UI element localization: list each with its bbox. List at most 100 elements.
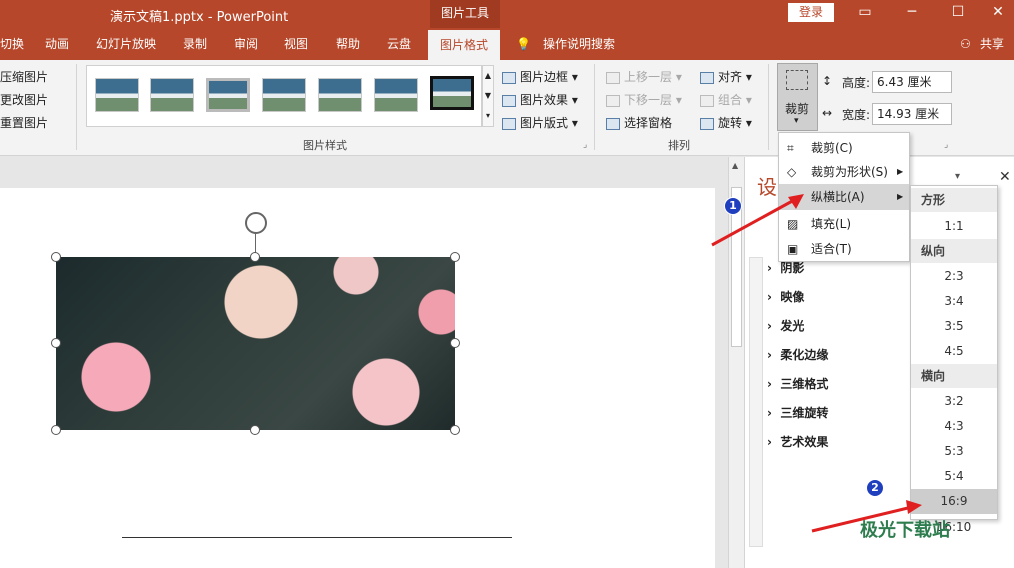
style-thumb-7[interactable]	[430, 76, 474, 110]
width-icon: ↔	[822, 106, 833, 120]
menu-item-crop[interactable]: ⌗ 裁剪(C)	[779, 135, 909, 161]
ratio-3-5[interactable]: 3:5	[911, 314, 997, 339]
ratio-3-4[interactable]: 3:4	[911, 289, 997, 314]
tab-help[interactable]: 帮助	[336, 28, 360, 60]
ratio-3-2[interactable]: 3:2	[911, 389, 997, 414]
pane-item-3d-rotation[interactable]: › 三维旋转	[767, 404, 828, 421]
picture-border-button[interactable]: 图片边框 ▾	[502, 68, 578, 85]
text-placeholder-line	[122, 537, 512, 538]
picture-layout-icon	[502, 117, 516, 130]
compress-pictures-button[interactable]: 压缩图片	[0, 68, 48, 85]
minimize-button[interactable]: ─	[892, 3, 932, 23]
dialog-launcher-icon[interactable]: ⌟	[583, 140, 587, 150]
ratio-4-3[interactable]: 4:3	[911, 414, 997, 439]
tab-transitions[interactable]: 切换	[0, 28, 24, 60]
tab-record[interactable]: 录制	[183, 28, 207, 60]
resize-handle[interactable]	[450, 425, 460, 435]
pane-item-artistic-effects[interactable]: › 艺术效果	[767, 433, 828, 450]
menu-item-crop-to-shape[interactable]: ◇ 裁剪为形状(S) ▶	[779, 159, 909, 185]
tab-picture-format[interactable]: 图片格式	[428, 30, 500, 60]
ribbon-tabs: 切换 动画 幻灯片放映 录制 审阅 视图 帮助 云盘 💡 操作说明搜索 ⚇ 共享	[0, 28, 1014, 60]
arrange-group-label: 排列	[668, 139, 690, 152]
tab-view[interactable]: 视图	[284, 28, 308, 60]
ratio-1-1[interactable]: 1:1	[911, 214, 997, 239]
style-thumb-2[interactable]	[150, 78, 194, 112]
selection-pane-icon	[606, 117, 620, 130]
resize-handle[interactable]	[450, 338, 460, 348]
bring-forward-button[interactable]: 上移一层 ▾	[606, 68, 682, 85]
send-backward-button[interactable]: 下移一层 ▾	[606, 91, 682, 108]
pane-item-3d-format[interactable]: › 三维格式	[767, 375, 828, 392]
picture-border-icon	[502, 71, 516, 84]
size-dialog-launcher-icon[interactable]: ⌟	[944, 140, 948, 150]
change-picture-button[interactable]: 更改图片	[0, 91, 48, 108]
style-thumb-6[interactable]	[374, 78, 418, 112]
reset-picture-button[interactable]: 重置图片	[0, 114, 48, 131]
resize-handle[interactable]	[250, 425, 260, 435]
ribbon-display-icon[interactable]: ▭	[845, 3, 885, 23]
submenu-header-portrait: 纵向	[911, 239, 997, 263]
picture-effects-button[interactable]: 图片效果 ▾	[502, 91, 578, 108]
style-thumb-3[interactable]	[206, 78, 250, 112]
ratio-2-3[interactable]: 2:3	[911, 264, 997, 289]
share-button[interactable]: 共享	[980, 28, 1004, 60]
pane-options-icon[interactable]: ▾	[955, 171, 960, 182]
watermark: 极光下载站	[860, 520, 950, 541]
width-label: 宽度:	[842, 108, 871, 122]
rotate-button[interactable]: 旋转 ▾	[700, 114, 752, 131]
group-separator	[76, 64, 77, 150]
group-button[interactable]: 组合 ▾	[700, 91, 752, 108]
close-button[interactable]: ✕	[978, 3, 1014, 23]
group-icon	[700, 94, 714, 107]
group-separator	[768, 64, 769, 150]
resize-handle[interactable]	[51, 425, 61, 435]
gallery-scroll[interactable]: ▲ ▼ ▾	[482, 65, 494, 127]
rotate-icon	[700, 117, 714, 130]
resize-handle[interactable]	[51, 252, 61, 262]
align-icon	[700, 71, 714, 84]
crop-button[interactable]: 裁剪 ▾	[777, 63, 818, 131]
crop-icon	[786, 70, 808, 90]
resize-handle[interactable]	[450, 252, 460, 262]
arrow-annotation-1	[711, 194, 804, 247]
pane-close-icon[interactable]: ✕	[999, 169, 1011, 185]
ratio-5-4[interactable]: 5:4	[911, 464, 997, 489]
picture-tools-label: 图片工具	[430, 0, 500, 28]
tab-review[interactable]: 审阅	[234, 28, 258, 60]
scroll-up-icon[interactable]: ▲	[732, 161, 738, 170]
send-backward-icon	[606, 94, 620, 107]
pane-item-soft-edges[interactable]: › 柔化边缘	[767, 346, 828, 363]
tell-me-search[interactable]: 操作说明搜索	[543, 28, 615, 60]
tab-animations[interactable]: 动画	[45, 28, 69, 60]
restore-button[interactable]: ☐	[938, 3, 978, 23]
window-title: 演示文稿1.pptx - PowerPoint	[110, 10, 289, 25]
pane-scrollbar[interactable]	[749, 257, 763, 547]
crop-icon: ⌗	[787, 141, 794, 155]
tab-cloud[interactable]: 云盘	[387, 28, 411, 60]
submenu-header-landscape: 横向	[911, 364, 997, 388]
resize-handle[interactable]	[51, 338, 61, 348]
submenu-header-square: 方形	[911, 188, 997, 212]
tab-slideshow[interactable]: 幻灯片放映	[96, 28, 156, 60]
height-input[interactable]: 6.43 厘米	[872, 71, 952, 93]
resize-handle[interactable]	[250, 252, 260, 262]
pane-item-glow[interactable]: › 发光	[767, 317, 804, 334]
lightbulb-icon: 💡	[516, 37, 531, 51]
rotate-handle-icon[interactable]	[245, 212, 267, 234]
picture-layout-button[interactable]: 图片版式 ▾	[502, 114, 578, 131]
submenu-arrow-icon: ▶	[897, 167, 904, 176]
ratio-5-3[interactable]: 5:3	[911, 439, 997, 464]
shape-icon: ◇	[787, 165, 797, 179]
width-input[interactable]: 14.93 厘米	[872, 103, 952, 125]
align-button[interactable]: 对齐 ▾	[700, 68, 752, 85]
rose-picture[interactable]	[56, 257, 455, 430]
style-thumb-5[interactable]	[318, 78, 362, 112]
pane-item-reflection[interactable]: › 映像	[767, 288, 804, 305]
height-label: 高度:	[842, 76, 871, 90]
style-thumb-4[interactable]	[262, 78, 306, 112]
style-thumb-1[interactable]	[95, 78, 139, 112]
selection-pane-button[interactable]: 选择窗格	[606, 114, 672, 131]
ratio-4-5[interactable]: 4:5	[911, 339, 997, 364]
login-button[interactable]: 登录	[788, 3, 834, 22]
picture-effects-icon	[502, 94, 516, 107]
